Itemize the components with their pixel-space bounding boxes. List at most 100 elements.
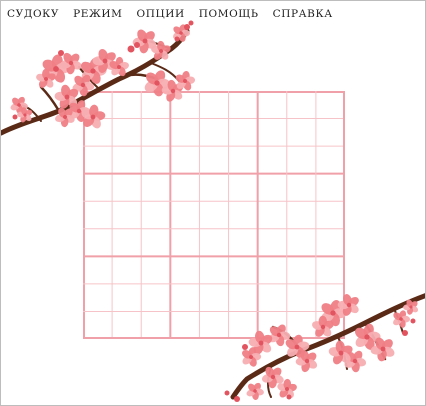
blossom-flower bbox=[59, 52, 82, 75]
sudoku-cell[interactable] bbox=[258, 256, 287, 284]
blossom-flower bbox=[173, 24, 191, 42]
sudoku-board[interactable] bbox=[83, 91, 345, 339]
sudoku-cell[interactable] bbox=[112, 229, 141, 257]
sudoku-cell[interactable] bbox=[141, 229, 170, 257]
menu-help[interactable]: ПОМОЩЬ bbox=[199, 7, 259, 21]
sudoku-cell[interactable] bbox=[141, 201, 170, 229]
sudoku-cell[interactable] bbox=[141, 91, 170, 119]
sudoku-cell[interactable] bbox=[83, 201, 112, 229]
sudoku-cell[interactable] bbox=[170, 91, 199, 119]
blossom-bud bbox=[188, 20, 194, 26]
branch-stem bbox=[20, 104, 42, 122]
sudoku-cell[interactable] bbox=[287, 119, 316, 147]
branch-stem bbox=[140, 38, 172, 50]
sudoku-cell[interactable] bbox=[141, 256, 170, 284]
sudoku-cell[interactable] bbox=[141, 119, 170, 147]
sudoku-cell[interactable] bbox=[112, 174, 141, 202]
sudoku-cell[interactable] bbox=[199, 146, 228, 174]
sudoku-cell[interactable] bbox=[199, 311, 228, 339]
sudoku-cell[interactable] bbox=[287, 284, 316, 312]
sudoku-cell[interactable] bbox=[112, 119, 141, 147]
sudoku-cell[interactable] bbox=[112, 146, 141, 174]
sudoku-cell[interactable] bbox=[258, 119, 287, 147]
sudoku-cell[interactable] bbox=[229, 284, 258, 312]
sudoku-cell[interactable] bbox=[316, 146, 345, 174]
blossom-bud bbox=[234, 396, 240, 402]
sudoku-cell[interactable] bbox=[199, 91, 228, 119]
sudoku-cell[interactable] bbox=[199, 201, 228, 229]
sudoku-cell[interactable] bbox=[229, 311, 258, 339]
sudoku-cell[interactable] bbox=[83, 91, 112, 119]
sudoku-cell[interactable] bbox=[287, 174, 316, 202]
sudoku-cell[interactable] bbox=[199, 229, 228, 257]
sudoku-cell[interactable] bbox=[258, 311, 287, 339]
sudoku-cell[interactable] bbox=[83, 146, 112, 174]
sudoku-cell[interactable] bbox=[83, 119, 112, 147]
sudoku-cell[interactable] bbox=[316, 201, 345, 229]
sudoku-cell[interactable] bbox=[170, 284, 199, 312]
sudoku-cell[interactable] bbox=[141, 311, 170, 339]
sudoku-cell[interactable] bbox=[229, 201, 258, 229]
sudoku-cell[interactable] bbox=[316, 119, 345, 147]
sudoku-cell[interactable] bbox=[316, 174, 345, 202]
sudoku-cell[interactable] bbox=[170, 201, 199, 229]
menu-options[interactable]: ОПЦИИ bbox=[137, 7, 185, 21]
sudoku-cell[interactable] bbox=[316, 311, 345, 339]
sudoku-cell[interactable] bbox=[112, 256, 141, 284]
sudoku-cell[interactable] bbox=[258, 146, 287, 174]
sudoku-cell[interactable] bbox=[83, 174, 112, 202]
sudoku-cell[interactable] bbox=[229, 146, 258, 174]
blossom-bud bbox=[127, 45, 135, 53]
sudoku-cell[interactable] bbox=[258, 229, 287, 257]
sudoku-cell[interactable] bbox=[83, 256, 112, 284]
sudoku-cell[interactable] bbox=[83, 229, 112, 257]
sudoku-cell[interactable] bbox=[141, 174, 170, 202]
sudoku-cell[interactable] bbox=[316, 229, 345, 257]
sudoku-cell[interactable] bbox=[83, 284, 112, 312]
sudoku-cell[interactable] bbox=[316, 284, 345, 312]
menu-mode[interactable]: РЕЖИМ bbox=[73, 7, 122, 21]
sudoku-cell[interactable] bbox=[258, 91, 287, 119]
sudoku-cell[interactable] bbox=[287, 311, 316, 339]
sudoku-cell[interactable] bbox=[229, 229, 258, 257]
sudoku-cell[interactable] bbox=[258, 201, 287, 229]
menu-about[interactable]: СПРАВКА bbox=[273, 7, 333, 21]
sudoku-cell[interactable] bbox=[199, 174, 228, 202]
sudoku-cell[interactable] bbox=[141, 146, 170, 174]
sudoku-cell[interactable] bbox=[287, 91, 316, 119]
sudoku-cell[interactable] bbox=[229, 119, 258, 147]
sudoku-cell[interactable] bbox=[287, 229, 316, 257]
blossom-flower bbox=[246, 382, 264, 401]
blossom-flower bbox=[277, 378, 297, 398]
sudoku-cell[interactable] bbox=[287, 146, 316, 174]
sudoku-cell[interactable] bbox=[170, 146, 199, 174]
sudoku-cell[interactable] bbox=[258, 284, 287, 312]
sudoku-cell[interactable] bbox=[83, 311, 112, 339]
sudoku-cell[interactable] bbox=[170, 229, 199, 257]
blossom-flower bbox=[328, 340, 353, 365]
sudoku-cell[interactable] bbox=[170, 256, 199, 284]
sudoku-cell[interactable] bbox=[112, 311, 141, 339]
sudoku-cell[interactable] bbox=[199, 119, 228, 147]
sudoku-cell[interactable] bbox=[287, 201, 316, 229]
blossom-flower bbox=[295, 350, 318, 373]
menu-sudoku[interactable]: СУДОКУ bbox=[7, 7, 59, 21]
sudoku-cell[interactable] bbox=[112, 201, 141, 229]
sudoku-cell[interactable] bbox=[316, 256, 345, 284]
blossom-bud bbox=[286, 394, 292, 400]
sudoku-cell[interactable] bbox=[229, 174, 258, 202]
sudoku-cell[interactable] bbox=[170, 174, 199, 202]
sudoku-cell[interactable] bbox=[258, 174, 287, 202]
sudoku-cell[interactable] bbox=[199, 284, 228, 312]
sudoku-cell[interactable] bbox=[112, 91, 141, 119]
blossom-flower bbox=[109, 56, 129, 77]
sudoku-cell[interactable] bbox=[199, 256, 228, 284]
sudoku-cell[interactable] bbox=[170, 311, 199, 339]
sudoku-cell[interactable] bbox=[287, 256, 316, 284]
sudoku-cell[interactable] bbox=[229, 256, 258, 284]
sudoku-cell[interactable] bbox=[170, 119, 199, 147]
sudoku-cell[interactable] bbox=[141, 284, 170, 312]
sudoku-cell[interactable] bbox=[316, 91, 345, 119]
sudoku-cell[interactable] bbox=[112, 284, 141, 312]
sudoku-cell[interactable] bbox=[229, 91, 258, 119]
